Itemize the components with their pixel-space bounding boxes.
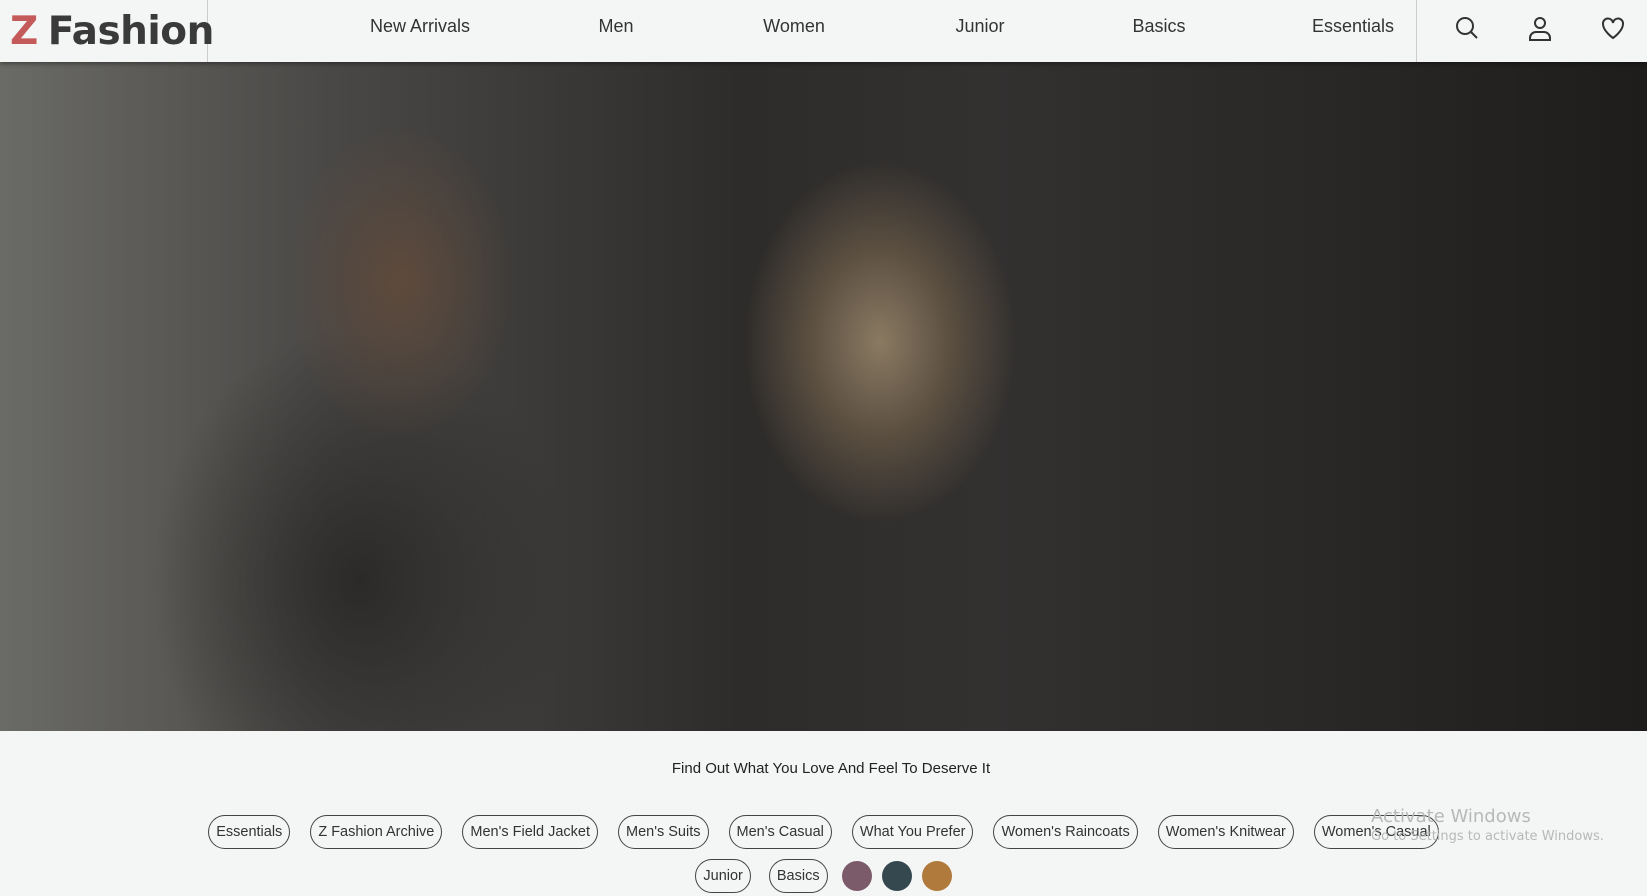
tagline: Find Out What You Love And Feel To Deser… <box>671 760 991 777</box>
tag-what-you-prefer[interactable]: What You Prefer <box>851 815 974 849</box>
nav-men[interactable]: Men <box>598 16 633 37</box>
tag-womens-knitwear[interactable]: Women's Knitwear <box>1157 815 1294 849</box>
tag-junior[interactable]: Junior <box>695 859 751 893</box>
nav-women[interactable]: Women <box>763 16 825 37</box>
category-tags-row2: Junior Basics <box>0 859 1647 893</box>
tag-essentials[interactable]: Essentials <box>208 815 291 849</box>
site-header: Z Fashion New Arrivals Men Women Junior B… <box>0 0 1647 62</box>
nav-new-arrivals[interactable]: New Arrivals <box>370 16 470 37</box>
nav-junior[interactable]: Junior <box>955 16 1004 37</box>
nav-essentials[interactable]: Essentials <box>1312 16 1394 37</box>
nav-basics[interactable]: Basics <box>1132 16 1185 37</box>
tag-womens-raincoats[interactable]: Women's Raincoats <box>993 815 1138 849</box>
main-nav: New Arrivals Men Women Junior Basics Ess… <box>0 0 1416 62</box>
tag-z-fashion-archive[interactable]: Z Fashion Archive <box>310 815 443 849</box>
search-icon[interactable] <box>1453 14 1481 42</box>
hero-image <box>0 62 1647 731</box>
tag-basics[interactable]: Basics <box>768 859 828 893</box>
tag-mens-suits[interactable]: Men's Suits <box>618 815 709 849</box>
color-swatch-mauve[interactable] <box>841 861 872 891</box>
tag-mens-casual[interactable]: Men's Casual <box>728 815 832 849</box>
activation-watermark: Activate Windows Go to Settings to activ… <box>1371 806 1604 844</box>
header-actions <box>1416 0 1647 62</box>
color-swatch-slate[interactable] <box>881 861 912 891</box>
user-icon[interactable] <box>1526 14 1554 42</box>
color-swatch-ochre[interactable] <box>921 861 952 891</box>
heart-icon[interactable] <box>1599 14 1627 42</box>
tag-mens-field-jacket[interactable]: Men's Field Jacket <box>462 815 598 849</box>
